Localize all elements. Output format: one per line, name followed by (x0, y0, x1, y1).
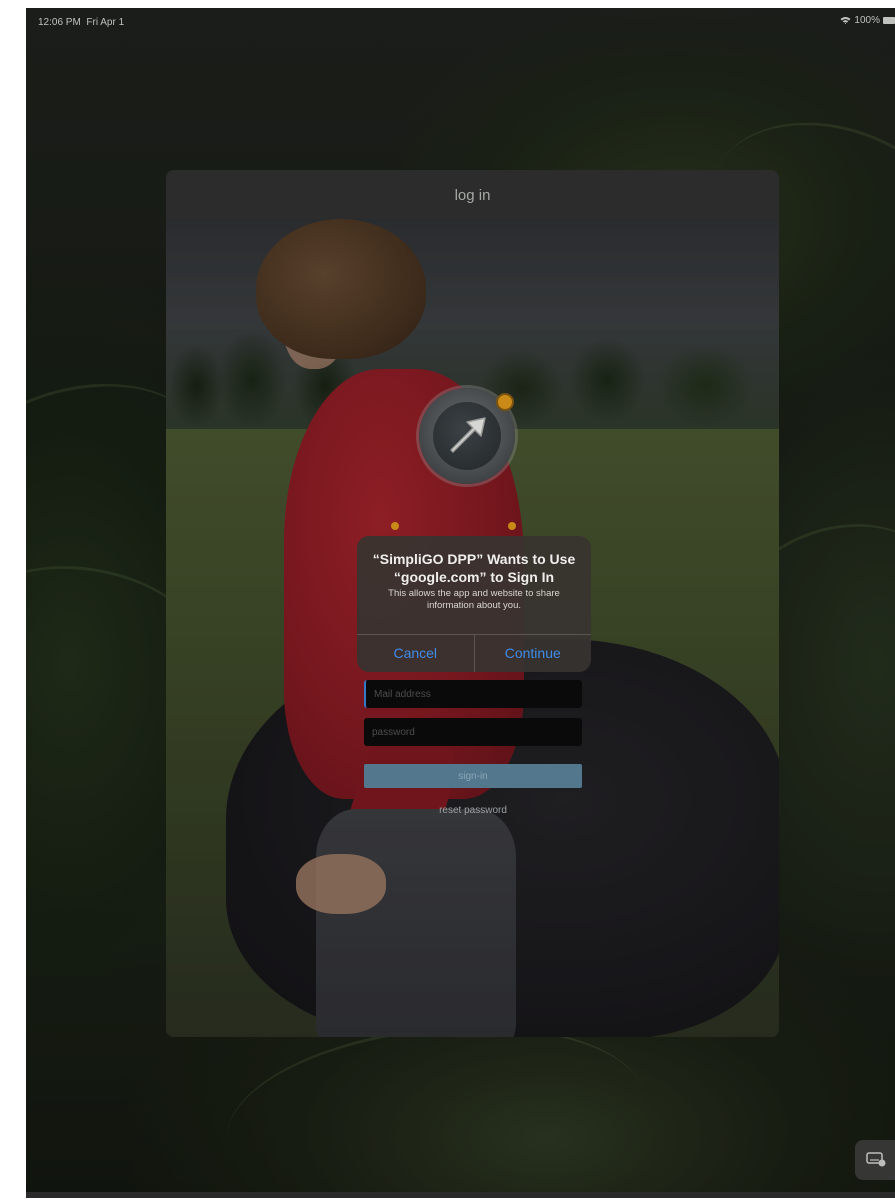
sign-in-button[interactable]: sign-in (364, 764, 582, 788)
home-indicator-strip (26, 1192, 895, 1198)
ipad-screen: 12:06 PM Fri Apr 1 100% log in Mail addr… (26, 8, 895, 1198)
sheet-header: log in (166, 170, 779, 219)
battery-icon (883, 17, 895, 24)
reset-password-link[interactable]: reset password (364, 805, 582, 816)
keyboard-icon[interactable] (855, 1140, 895, 1180)
cancel-button[interactable]: Cancel (357, 635, 474, 672)
status-indicators: 100% (840, 15, 895, 26)
alert-message: This allows the app and website to share… (388, 588, 560, 611)
alert-title: “SimpliGO DPP” Wants to Use “google.com”… (372, 551, 576, 585)
password-field[interactable] (364, 718, 582, 746)
battery-percent: 100% (854, 15, 880, 26)
continue-button[interactable]: Continue (473, 635, 592, 672)
alert-button-row: Cancel Continue (357, 634, 591, 672)
logo-notification-dot (496, 393, 514, 411)
wordmark-dot (391, 522, 399, 530)
status-time: 12:06 PM Fri Apr 1 (38, 17, 124, 28)
status-date-text: Fri Apr 1 (86, 17, 125, 28)
email-field[interactable] (364, 680, 582, 708)
status-bar: 12:06 PM Fri Apr 1 100% (26, 8, 895, 34)
sheet-title: log in (454, 187, 491, 204)
status-time-text: 12:06 PM (38, 17, 81, 28)
sign-in-permission-alert: “SimpliGO DPP” Wants to Use “google.com”… (357, 536, 591, 672)
app-logo-arrow-icon (450, 417, 486, 453)
wifi-icon (840, 16, 851, 25)
wordmark-dot (508, 522, 516, 530)
